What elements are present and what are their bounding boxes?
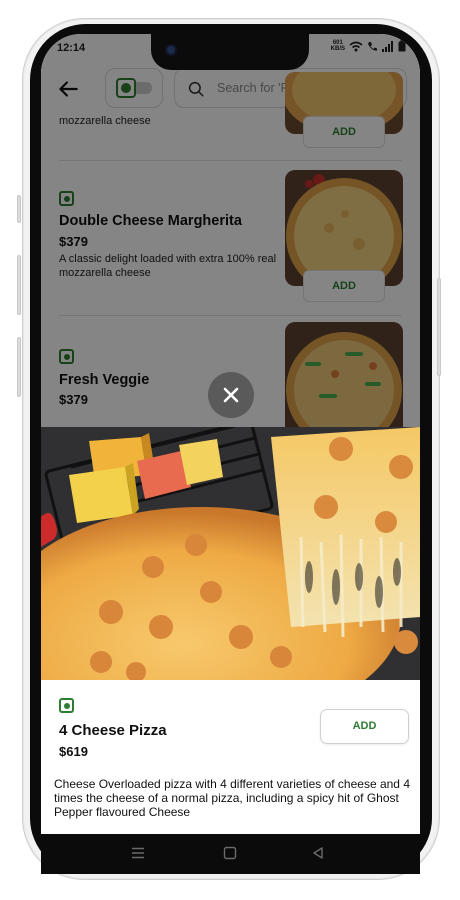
status-time: 12:14: [57, 42, 86, 54]
status-icons: 601 KB/S: [331, 40, 406, 52]
navigation-bar: [41, 834, 420, 874]
close-button[interactable]: [208, 372, 254, 418]
menu-icon[interactable]: [131, 846, 145, 860]
camera: [165, 44, 177, 56]
screen: Search for 'Pizzas' mozzarella cheese AD…: [41, 34, 420, 834]
item-detail-info: 4 Cheese Pizza $619 ADD Cheese Overloade…: [41, 680, 420, 834]
add-button[interactable]: ADD: [320, 709, 409, 744]
home-icon[interactable]: [223, 846, 237, 860]
item-name: 4 Cheese Pizza: [59, 722, 167, 739]
volume-down-button: [17, 337, 21, 397]
back-triangle-icon[interactable]: [311, 846, 325, 860]
item-price: $619: [59, 744, 88, 759]
pizza-hero-image: [41, 427, 420, 727]
volume-up-button: [17, 255, 21, 315]
signal-icon: [382, 40, 393, 52]
battery-icon: [398, 40, 406, 52]
item-description: Cheese Overloaded pizza with 4 different…: [54, 777, 410, 819]
item-detail-sheet: 4 Cheese Pizza $619 ADD Cheese Overloade…: [41, 427, 420, 834]
wifi-icon: [349, 41, 363, 51]
network-speed: 601 KB/S: [330, 40, 345, 52]
call-icon: [368, 41, 377, 51]
power-button: [437, 278, 441, 376]
mute-switch: [17, 195, 21, 223]
close-icon: [223, 387, 239, 403]
veg-icon: [59, 698, 74, 713]
